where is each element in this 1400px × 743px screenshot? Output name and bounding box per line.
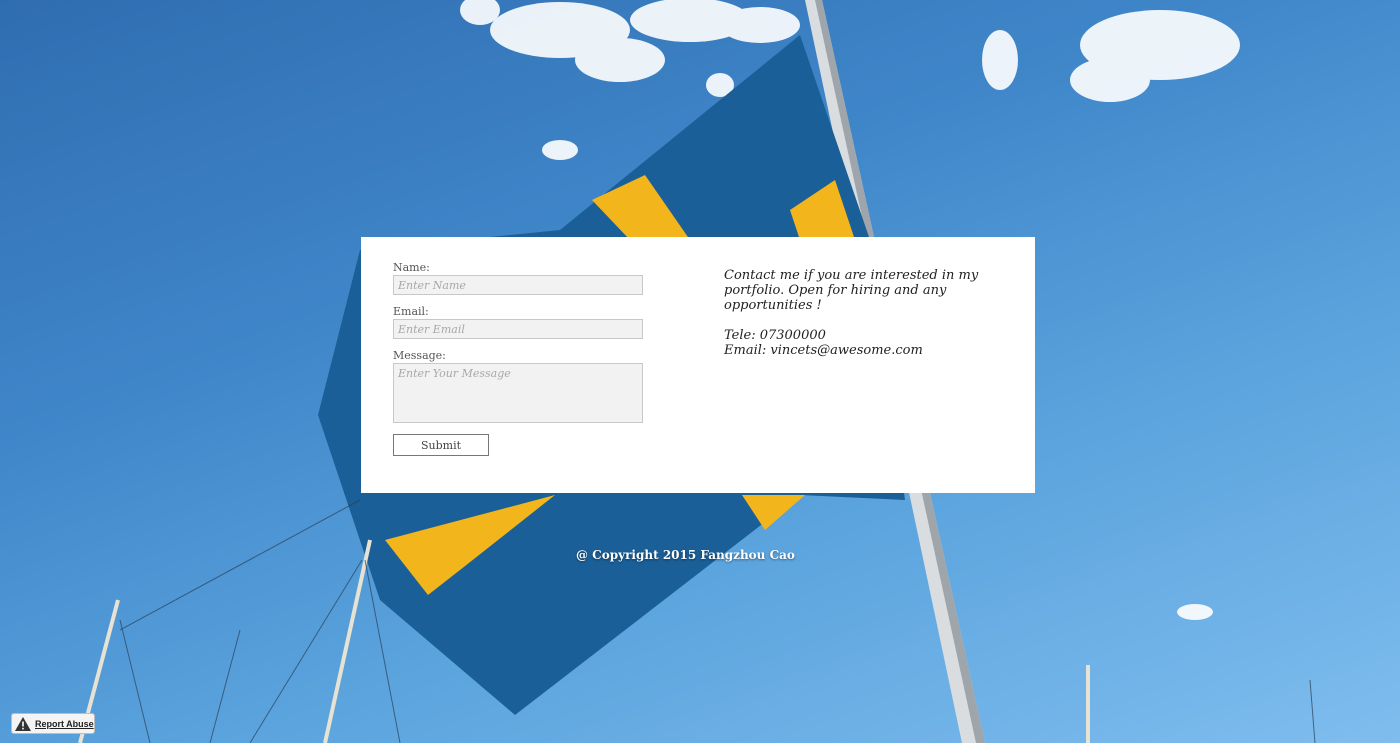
contact-intro-line-1: Contact me if you are interested in my xyxy=(724,268,979,283)
contact-intro-line-2: portfolio. Open for hiring and any xyxy=(724,283,947,298)
contact-email: Email: vincets@awesome.com xyxy=(724,343,923,358)
email-label: Email: xyxy=(393,305,429,318)
contact-intro-line-3: opportunities ! xyxy=(724,298,822,313)
submit-button[interactable]: Submit xyxy=(393,434,489,456)
message-label: Message: xyxy=(393,349,446,362)
name-label: Name: xyxy=(393,261,430,274)
copyright-text: @ Copyright 2015 Fangzhou Cao xyxy=(576,548,795,562)
name-input[interactable] xyxy=(393,275,643,295)
warning-icon xyxy=(15,716,31,731)
email-input[interactable] xyxy=(393,319,643,339)
message-textarea[interactable] xyxy=(393,363,643,423)
report-abuse-label[interactable]: Report Abuse xyxy=(35,719,94,729)
report-abuse-button[interactable]: Report Abuse xyxy=(11,713,95,734)
contact-card: Name: Email: Message: Submit Contact me … xyxy=(361,237,1035,493)
contact-phone: Tele: 07300000 xyxy=(724,328,826,343)
contact-info: Contact me if you are interested in my p… xyxy=(724,268,1004,358)
